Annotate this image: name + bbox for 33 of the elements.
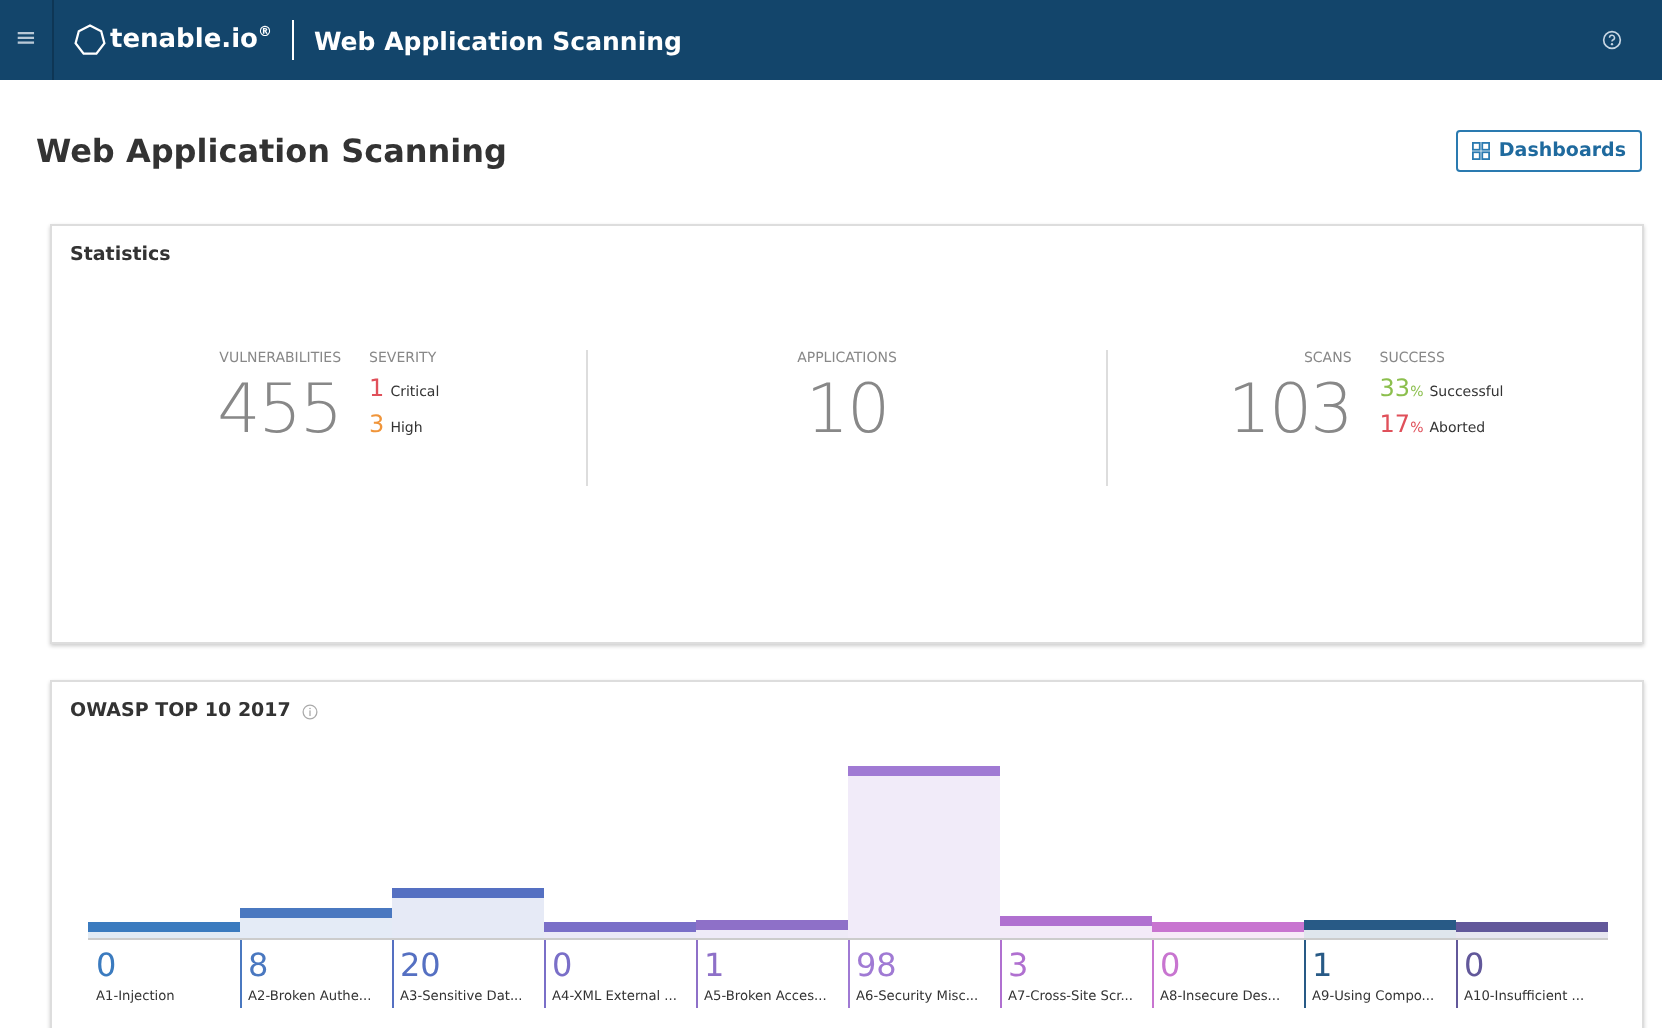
bar[interactable]	[1000, 915, 1152, 938]
bar[interactable]	[392, 888, 544, 938]
category-count: 1	[704, 948, 727, 984]
page-title: Web Application Scanning	[36, 131, 507, 169]
bar[interactable]	[544, 922, 696, 938]
logo-icon	[74, 24, 106, 56]
category-count: 3	[1008, 948, 1031, 984]
category-count: 1	[1312, 948, 1335, 984]
category-count: 0	[96, 948, 119, 984]
stat-value: 103	[1227, 374, 1352, 446]
category-count: 8	[248, 948, 271, 984]
info-icon[interactable]	[302, 703, 319, 719]
stat-value: 455	[217, 374, 342, 446]
bar[interactable]	[696, 919, 848, 938]
dashboards-button[interactable]: Dashboards	[1456, 129, 1642, 171]
severity-count: 3	[369, 410, 385, 438]
severity-count: 1	[369, 374, 385, 402]
bar[interactable]	[240, 908, 392, 938]
category-count: 0	[552, 948, 575, 984]
bar[interactable]	[1456, 922, 1608, 938]
card-title: OWASP TOP 10 2017	[70, 700, 291, 722]
category-count: 20	[400, 948, 443, 984]
category-count: 0	[1160, 948, 1183, 984]
bar[interactable]	[1304, 919, 1456, 938]
brand-name[interactable]: tenable.io$^{®}$	[110, 24, 272, 56]
category-count: 98	[856, 948, 899, 984]
app-title: Web Application Scanning	[313, 25, 682, 55]
bar[interactable]	[88, 922, 240, 938]
help-icon[interactable]	[1602, 30, 1622, 50]
grid-icon	[1472, 141, 1491, 159]
stat-value: 10	[805, 374, 889, 446]
category-count: 0	[1464, 948, 1487, 984]
card-title: Statistics	[70, 244, 173, 266]
